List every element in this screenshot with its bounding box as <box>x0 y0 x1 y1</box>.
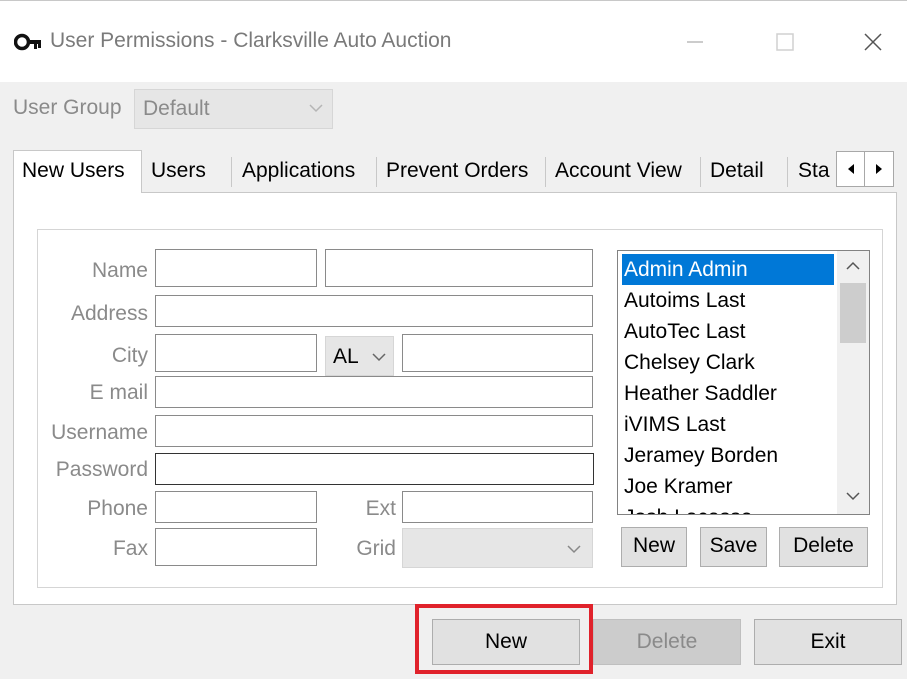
tab-scroll-left-button[interactable] <box>837 152 865 186</box>
exit-button[interactable]: Exit <box>754 619 902 665</box>
maximize-icon <box>776 33 794 51</box>
minimize-button[interactable] <box>672 23 718 61</box>
username-label: Username <box>51 421 148 444</box>
fax-field[interactable] <box>155 528 317 566</box>
tab-new-users[interactable]: New Users <box>13 150 142 193</box>
list-new-button[interactable]: New <box>621 527 687 567</box>
last-name-field[interactable] <box>325 249 593 287</box>
list-item[interactable]: Chelsey Clark <box>622 347 834 378</box>
tab-users[interactable]: Users <box>143 152 230 192</box>
list-delete-button[interactable]: Delete <box>779 527 868 567</box>
username-field[interactable] <box>155 415 593 447</box>
triangle-right-icon <box>876 164 882 174</box>
tab-status[interactable]: Sta <box>790 152 836 192</box>
chevron-down-icon <box>309 104 323 113</box>
tab-divider <box>700 157 701 187</box>
address-label: Address <box>70 302 148 325</box>
ext-field[interactable] <box>402 491 593 523</box>
close-button[interactable] <box>850 23 896 61</box>
user-listbox[interactable]: Admin Admin Autoims Last AutoTec Last Ch… <box>617 250 870 515</box>
phone-field[interactable] <box>155 491 317 523</box>
fax-label: Fax <box>112 537 148 560</box>
list-save-button[interactable]: Save <box>700 527 767 567</box>
zip-field[interactable] <box>402 334 593 372</box>
state-value: AL <box>333 345 359 368</box>
state-select[interactable]: AL <box>325 336 394 376</box>
grid-select[interactable] <box>402 528 593 568</box>
tab-scroll-buttons <box>836 151 894 187</box>
tab-detail[interactable]: Detail <box>702 152 784 192</box>
list-item[interactable]: Heather Saddler <box>622 378 834 409</box>
list-scrollbar[interactable] <box>837 251 869 514</box>
minimize-icon <box>687 41 703 43</box>
highlight-box <box>415 604 593 674</box>
title-bar: User Permissions - Clarksville Auto Auct… <box>0 0 907 82</box>
tab-scroll-right-button[interactable] <box>865 152 893 186</box>
tab-divider <box>545 157 546 187</box>
ext-label: Ext <box>365 497 396 520</box>
chevron-down-icon <box>567 545 581 554</box>
list-item[interactable]: Joe Kramer <box>622 471 834 502</box>
list-item[interactable]: iVIMS Last <box>622 409 834 440</box>
delete-button[interactable]: Delete <box>593 619 741 665</box>
tab-prevent-orders[interactable]: Prevent Orders <box>378 152 542 192</box>
user-group-value: Default <box>143 97 210 120</box>
city-label: City <box>111 344 148 367</box>
triangle-left-icon <box>848 164 854 174</box>
tab-account-view[interactable]: Account View <box>547 152 698 192</box>
list-item[interactable]: AutoTec Last <box>622 316 834 347</box>
maximize-button[interactable] <box>762 23 808 61</box>
list-item[interactable]: Autoims Last <box>622 285 834 316</box>
list-item[interactable]: Jeramey Borden <box>622 440 834 471</box>
grid-label: Grid <box>356 537 396 560</box>
chevron-down-icon[interactable] <box>845 489 861 503</box>
password-field[interactable] <box>155 453 594 485</box>
email-label: E mail <box>89 381 148 404</box>
list-item[interactable]: Admin Admin <box>622 254 834 285</box>
email-field[interactable] <box>155 376 593 408</box>
chevron-up-icon[interactable] <box>845 259 861 273</box>
tab-divider <box>231 157 232 187</box>
window-title: User Permissions - Clarksville Auto Auct… <box>50 29 452 52</box>
chevron-down-icon <box>372 353 386 362</box>
city-field[interactable] <box>155 334 317 372</box>
scrollbar-thumb[interactable] <box>840 283 866 343</box>
key-icon <box>14 33 41 51</box>
password-label: Password <box>55 458 148 481</box>
address-field[interactable] <box>155 295 593 327</box>
phone-label: Phone <box>87 497 148 520</box>
tab-divider <box>787 157 788 187</box>
user-group-label: User Group <box>13 96 122 119</box>
tab-applications[interactable]: Applications <box>234 152 373 192</box>
name-label: Name <box>91 259 148 282</box>
user-group-select[interactable]: Default <box>134 89 333 129</box>
close-icon <box>864 33 882 51</box>
tab-divider <box>376 157 377 187</box>
first-name-field[interactable] <box>155 249 317 287</box>
list-item[interactable]: Josh Lacasse <box>622 502 834 514</box>
